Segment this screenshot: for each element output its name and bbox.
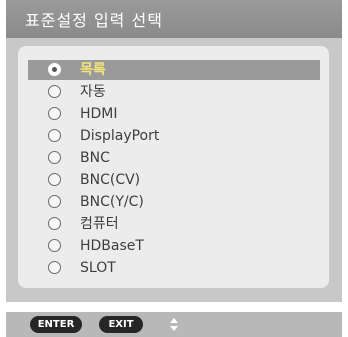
option-row-bnc-yc[interactable]: BNC(Y/C)	[28, 192, 320, 212]
option-list: 목록 자동 HDMI DisplayPort BNC BNC(CV) BNC(Y…	[18, 46, 329, 288]
title-bar: 표준설정 입력 선택	[6, 0, 342, 38]
option-row-slot[interactable]: SLOT	[28, 258, 320, 278]
dialog-panel: 목록 자동 HDMI DisplayPort BNC BNC(CV) BNC(Y…	[6, 38, 342, 302]
radio-empty-icon	[48, 85, 61, 98]
option-row-hdmi[interactable]: HDMI	[28, 104, 320, 124]
radio-empty-icon	[48, 151, 61, 164]
option-label: DisplayPort	[80, 128, 160, 144]
option-row-computer[interactable]: 컴퓨터	[28, 214, 320, 234]
exit-button[interactable]: EXIT	[99, 316, 143, 333]
option-label: 목록	[80, 62, 106, 78]
radio-empty-icon	[48, 261, 61, 274]
option-label: SLOT	[80, 260, 116, 276]
radio-empty-icon	[48, 195, 61, 208]
option-label: BNC(Y/C)	[80, 194, 144, 210]
radio-empty-icon	[48, 129, 61, 142]
option-label: 자동	[80, 84, 106, 100]
option-row-list[interactable]: 목록	[28, 60, 320, 80]
radio-empty-icon	[48, 173, 61, 186]
option-label: 컴퓨터	[80, 216, 119, 232]
dialog-title: 표준설정 입력 선택	[25, 11, 163, 30]
radio-empty-icon	[48, 217, 61, 230]
option-row-displayport[interactable]: DisplayPort	[28, 126, 320, 146]
option-row-bnc-cv[interactable]: BNC(CV)	[28, 170, 320, 190]
enter-button[interactable]: ENTER	[30, 316, 82, 333]
option-row-bnc[interactable]: BNC	[28, 148, 320, 168]
option-row-auto[interactable]: 자동	[28, 82, 320, 102]
option-label: BNC	[80, 150, 110, 166]
radio-selected-icon	[48, 63, 61, 76]
option-label: BNC(CV)	[80, 172, 141, 188]
radio-empty-icon	[48, 239, 61, 252]
option-label: HDMI	[80, 106, 118, 122]
footer-bar: ENTER EXIT	[6, 312, 342, 337]
option-label: HDBaseT	[80, 238, 144, 254]
up-down-arrows-icon	[169, 316, 179, 333]
option-row-hdbaset[interactable]: HDBaseT	[28, 236, 320, 256]
radio-empty-icon	[48, 107, 61, 120]
